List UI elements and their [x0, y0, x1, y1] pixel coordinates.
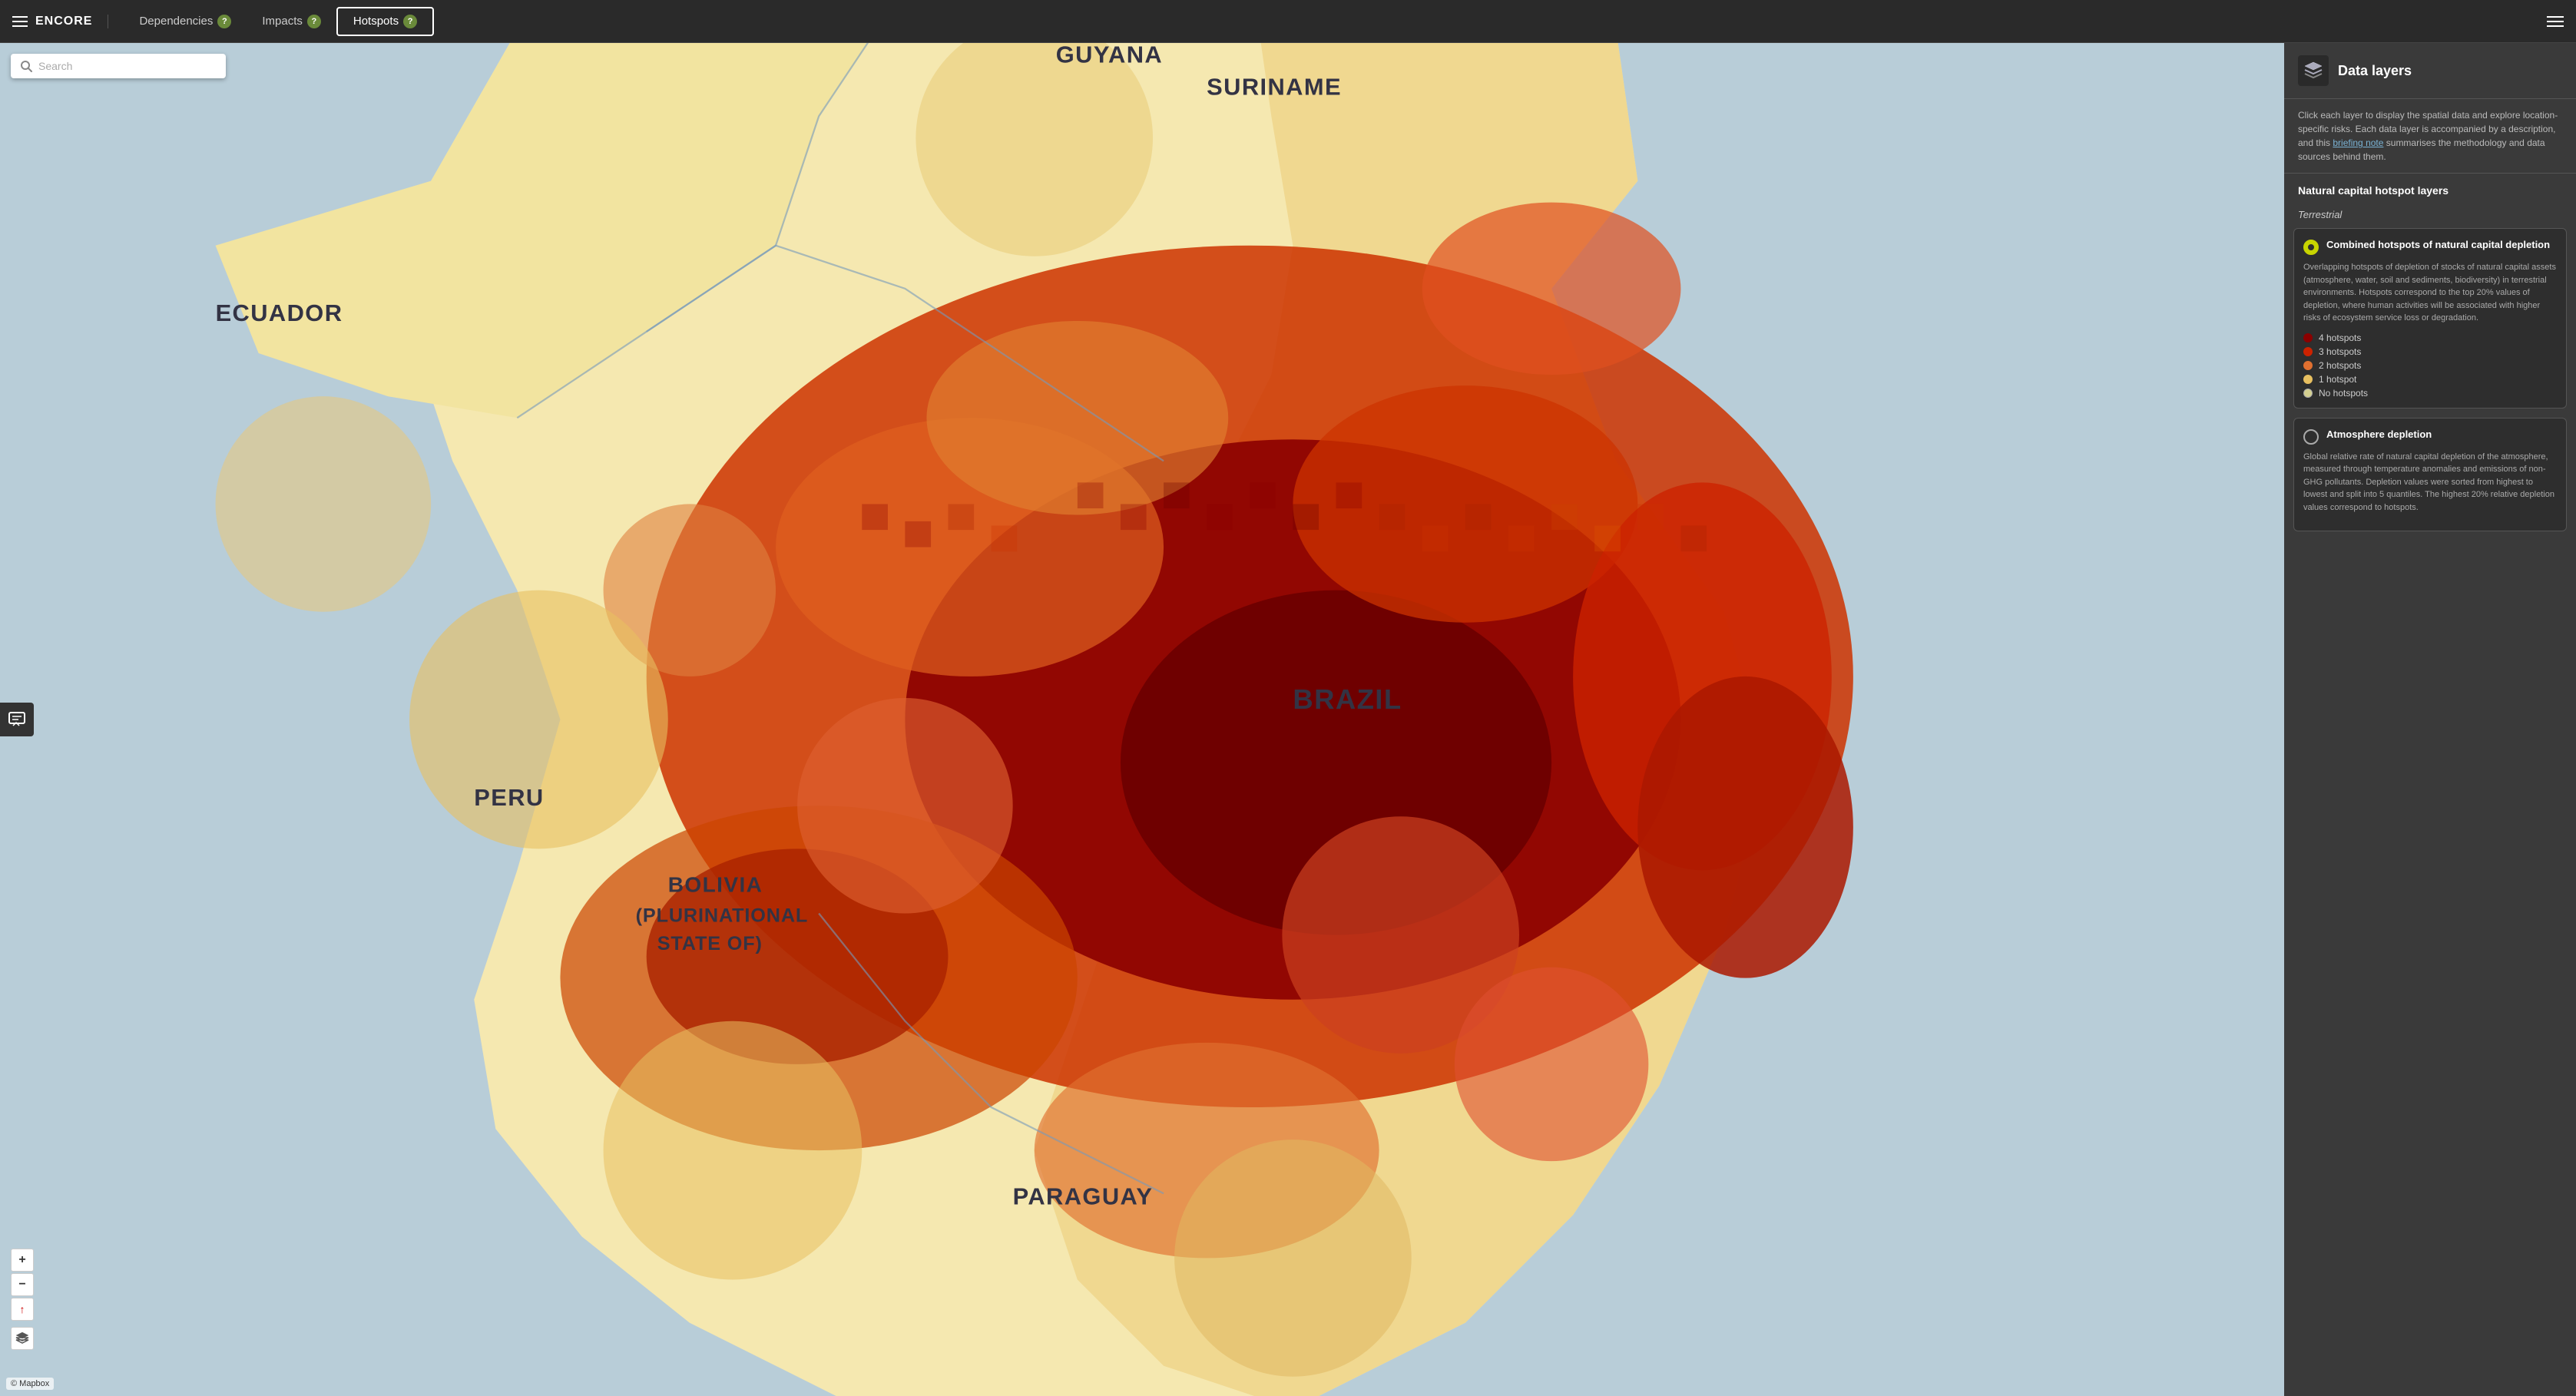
country-bolivia-2: (PLURINATIONAL: [636, 905, 809, 927]
layer-card-atmosphere[interactable]: Atmosphere depletion Global relative rat…: [2293, 418, 2567, 532]
search-overlay: [11, 54, 226, 78]
legend-item-1: 1 hotspot: [2303, 374, 2557, 385]
data-layers-header: Data layers: [2284, 43, 2576, 99]
nav: Dependencies ? Impacts ? Hotspots ?: [124, 7, 2547, 36]
logo-text: ENCORE: [35, 15, 92, 28]
country-guyana: GUYANA: [1056, 43, 1163, 68]
map-visualization: GUYANA SURINAME ECUADOR PERU BRAZIL BOLI…: [0, 43, 2284, 1396]
layer-combined-name: Combined hotspots of natural capital dep…: [2326, 238, 2550, 252]
layers-icon-container: [2298, 55, 2329, 86]
menu-right-icon[interactable]: [2547, 16, 2564, 27]
mapbox-attribution: © Mapbox: [6, 1378, 54, 1390]
data-layers-description: Click each layer to display the spatial …: [2284, 99, 2576, 174]
legend-dot-nohotspots: [2303, 389, 2313, 398]
comment-icon: [8, 712, 25, 727]
legend-item-2: 2 hotspots: [2303, 360, 2557, 371]
layer-atmosphere-header: Atmosphere depletion: [2303, 428, 2557, 445]
layers-stack-icon: [15, 1331, 29, 1345]
data-layers-title: Data layers: [2338, 63, 2412, 79]
country-ecuador: ECUADOR: [216, 299, 343, 326]
header: ENCORE Dependencies ? Impacts ? Hotspots…: [0, 0, 2576, 43]
layer-atmosphere-desc: Global relative rate of natural capital …: [2303, 451, 2557, 514]
nav-impacts-help[interactable]: ?: [307, 15, 321, 28]
terrestrial-label: Terrestrial: [2284, 203, 2576, 223]
country-peru: PERU: [474, 784, 544, 811]
legend-dot-2hotspots: [2303, 361, 2313, 370]
legend-label-1hotspot: 1 hotspot: [2319, 374, 2356, 385]
layer-combined-desc: Overlapping hotspots of depletion of sto…: [2303, 261, 2557, 325]
layer-atmosphere-name: Atmosphere depletion: [2326, 428, 2432, 442]
header-right: [2547, 16, 2564, 27]
legend-dot-3hotspots: [2303, 347, 2313, 356]
nav-hotspots[interactable]: Hotspots ?: [336, 7, 434, 36]
nav-dependencies-label: Dependencies: [139, 15, 213, 28]
hamburger-icon[interactable]: [12, 16, 28, 27]
search-input[interactable]: [38, 60, 217, 72]
zoom-out-button[interactable]: −: [11, 1273, 34, 1296]
legend-item-3: 3 hotspots: [2303, 346, 2557, 357]
legend-label-nohotspots: No hotspots: [2319, 388, 2368, 399]
legend-dot-1hotspot: [2303, 375, 2313, 384]
layer-combined-radio[interactable]: [2303, 240, 2319, 255]
nav-hotspots-help[interactable]: ?: [403, 15, 417, 28]
map-container[interactable]: GUYANA SURINAME ECUADOR PERU BRAZIL BOLI…: [0, 43, 2284, 1396]
legend-label-4hotspots: 4 hotspots: [2319, 332, 2361, 343]
section-title: Natural capital hotspot layers: [2284, 174, 2576, 203]
nav-dependencies-help[interactable]: ?: [217, 15, 231, 28]
comment-button[interactable]: [0, 703, 34, 736]
country-bolivia-1: BOLIVIA: [668, 872, 763, 896]
nav-impacts[interactable]: Impacts ?: [247, 7, 336, 36]
legend-item-4: 4 hotspots: [2303, 332, 2557, 343]
legend-item-0: No hotspots: [2303, 388, 2557, 399]
country-suriname: SURINAME: [1207, 73, 1342, 100]
data-layers-icon: [2303, 61, 2323, 81]
nav-dependencies[interactable]: Dependencies ?: [124, 7, 247, 36]
country-bolivia-3: STATE OF): [657, 933, 763, 954]
country-paraguay: PARAGUAY: [1013, 1183, 1154, 1209]
nav-impacts-label: Impacts: [262, 15, 303, 28]
layers-button[interactable]: [11, 1327, 34, 1350]
legend-dot-4hotspots: [2303, 333, 2313, 342]
map-svg: GUYANA SURINAME ECUADOR PERU BRAZIL BOLI…: [0, 43, 2284, 1396]
zoom-in-button[interactable]: +: [11, 1249, 34, 1272]
country-brazil: BRAZIL: [1293, 683, 1402, 715]
layer-combined-legend: 4 hotspots 3 hotspots 2 hotspots 1 hotsp…: [2303, 332, 2557, 399]
legend-label-3hotspots: 3 hotspots: [2319, 346, 2361, 357]
search-icon: [20, 60, 32, 72]
layer-card-combined[interactable]: Combined hotspots of natural capital dep…: [2293, 228, 2567, 409]
layer-combined-header: Combined hotspots of natural capital dep…: [2303, 238, 2557, 255]
briefing-note-link[interactable]: briefing note: [2333, 137, 2383, 148]
nav-hotspots-label: Hotspots: [353, 15, 399, 28]
logo-area: ENCORE: [12, 15, 108, 28]
legend-label-2hotspots: 2 hotspots: [2319, 360, 2361, 371]
layer-atmosphere-radio[interactable]: [2303, 429, 2319, 445]
main-content: GUYANA SURINAME ECUADOR PERU BRAZIL BOLI…: [0, 43, 2576, 1396]
map-controls: + − ↑: [11, 1249, 34, 1350]
compass-button[interactable]: ↑: [11, 1298, 34, 1321]
sidebar-panel: Data layers Click each layer to display …: [2284, 43, 2576, 1396]
